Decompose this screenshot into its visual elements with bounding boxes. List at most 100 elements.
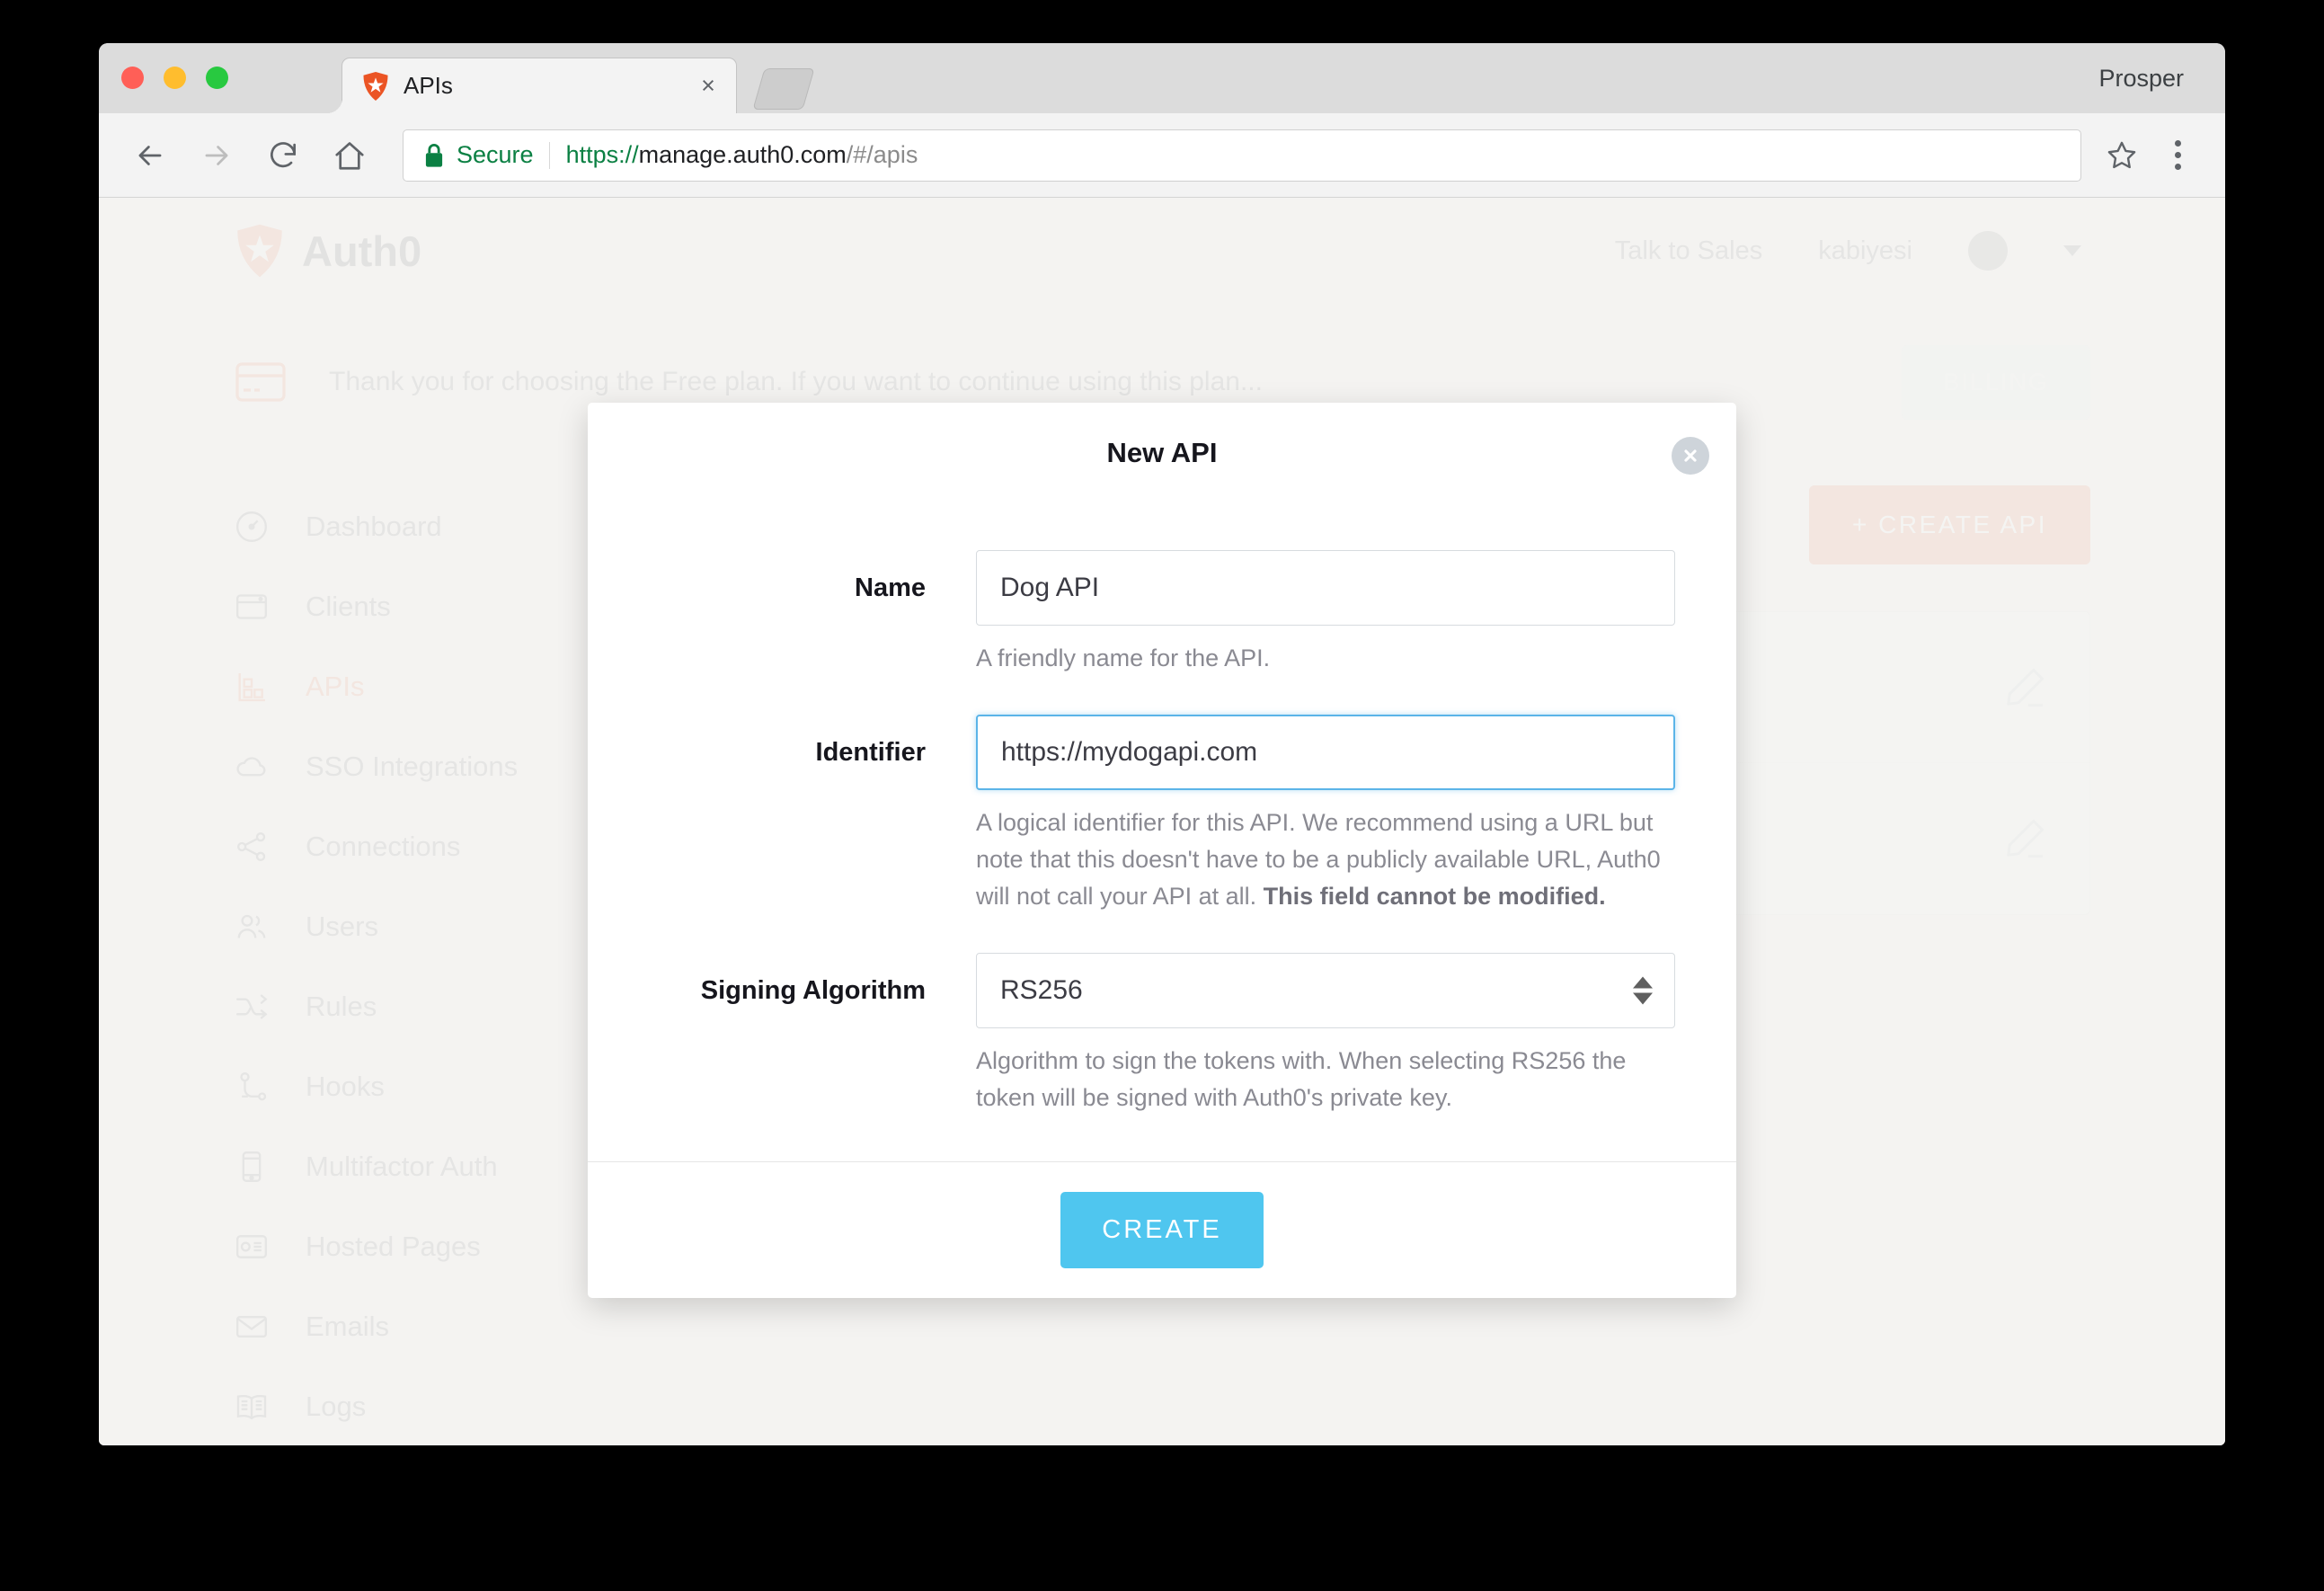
browser-tab-strip: APIs × Prosper: [99, 43, 2225, 114]
chevron-down-icon: [1633, 992, 1653, 1005]
browser-menu-icon[interactable]: [2150, 128, 2205, 183]
close-window-button[interactable]: [121, 67, 144, 89]
auth0-logo[interactable]: Auth0: [235, 224, 421, 278]
sidebar-item-label: Logs: [306, 1391, 367, 1422]
security-label: Secure: [457, 141, 534, 168]
credit-card-icon: [235, 362, 286, 402]
field-group-signing-algorithm: Signing Algorithm RS256 Algorithm to sig…: [588, 953, 1675, 1116]
auth0-shield-icon: [362, 71, 389, 101]
share-icon: [232, 827, 271, 867]
chevron-down-icon[interactable]: [2063, 245, 2081, 256]
url-path: /#/apis: [846, 141, 918, 168]
browser-tab-apis[interactable]: APIs ×: [327, 58, 737, 114]
bookmark-star-icon[interactable]: [2094, 128, 2150, 183]
maximize-window-button[interactable]: [206, 67, 228, 89]
name-label: Name: [855, 573, 926, 602]
billing-button[interactable]: BILLING: [1902, 344, 2090, 420]
select-stepper-icon[interactable]: [1633, 976, 1653, 1005]
minimize-window-button[interactable]: [164, 67, 186, 89]
address-bar[interactable]: Secure https://manage.auth0.com/#/apis: [403, 129, 2081, 182]
create-api-button[interactable]: + CREATE API: [1809, 485, 2090, 564]
sidebar-item-label: Users: [306, 911, 378, 942]
sidebar-item-users[interactable]: Users: [232, 894, 627, 959]
sidebar-item-logs[interactable]: Logs: [232, 1374, 627, 1439]
id-card-icon: [232, 1227, 271, 1267]
page-title: New API: [1106, 437, 1218, 468]
identifier-input[interactable]: https://mydogapi.com: [976, 715, 1675, 791]
close-icon[interactable]: ×: [691, 69, 725, 103]
envelope-icon: [232, 1307, 271, 1347]
pencil-icon[interactable]: [2000, 662, 2050, 713]
new-tab-button[interactable]: [752, 68, 815, 110]
signing-algorithm-help-text: Algorithm to sign the tokens with. When …: [976, 1047, 1627, 1112]
sidebar-item-label: Connections: [306, 831, 461, 862]
sidebar-item-rules[interactable]: Rules: [232, 974, 627, 1039]
shuffle-icon: [232, 987, 271, 1027]
sidebar-item-sso-integrations[interactable]: SSO Integrations: [232, 734, 627, 799]
modal-header: New API: [588, 403, 1736, 503]
signing-algorithm-value: RS256: [1000, 975, 1083, 1006]
signing-algorithm-label: Signing Algorithm: [700, 976, 926, 1006]
cloud-icon: [232, 747, 271, 787]
omnibox-divider: [548, 141, 550, 169]
sidebar-item-dashboard[interactable]: Dashboard: [232, 494, 627, 559]
book-icon: [232, 1387, 271, 1427]
grid-icon: [232, 667, 271, 707]
sidebar-item-hooks[interactable]: Hooks: [232, 1054, 627, 1119]
gauge-icon: [232, 507, 271, 547]
create-button[interactable]: CREATE: [1060, 1192, 1264, 1269]
sidebar-item-label: APIs: [306, 671, 365, 702]
browser-tab-title: APIs: [404, 72, 453, 99]
field-group-identifier: Identifier https://mydogapi.com A logica…: [588, 715, 1675, 915]
identifier-label: Identifier: [815, 738, 926, 768]
home-icon[interactable]: [322, 128, 377, 183]
sidebar-item-label: Multifactor Auth: [306, 1151, 498, 1182]
url-host: manage.auth0.com: [638, 141, 847, 168]
sidebar-item-label: Emails: [306, 1311, 390, 1342]
avatar[interactable]: [1968, 231, 2008, 271]
name-input[interactable]: Dog API: [976, 550, 1675, 626]
browser-profile-name[interactable]: Prosper: [2098, 43, 2184, 113]
sidebar-item-label: Clients: [306, 591, 391, 622]
sidebar-item-label: Hooks: [306, 1071, 385, 1102]
sidebar-item-connections[interactable]: Connections: [232, 814, 627, 879]
chevron-up-icon: [1633, 976, 1653, 989]
menu-dot: [2174, 140, 2181, 147]
tenant-name[interactable]: kabiyesi: [1818, 236, 1912, 266]
menu-dot: [2174, 152, 2181, 158]
auth0-shield-icon: [235, 224, 284, 278]
hook-icon: [232, 1067, 271, 1107]
url-scheme: https://: [565, 141, 639, 168]
sidebar-item-multifactor-auth[interactable]: Multifactor Auth: [232, 1134, 627, 1199]
browser-window: APIs × Prosper Secure https:// manage.au…: [99, 43, 2225, 1445]
back-icon[interactable]: [122, 128, 178, 183]
signing-algorithm-select[interactable]: RS256: [976, 953, 1675, 1029]
field-group-name: Name Dog API A friendly name for the API…: [588, 550, 1675, 677]
sidebar-item-label: SSO Integrations: [306, 751, 519, 782]
sidebar-item-apis[interactable]: APIs: [232, 654, 627, 719]
pencil-icon[interactable]: [2000, 813, 2050, 864]
modal-footer: CREATE: [588, 1161, 1736, 1298]
modal-body: Name Dog API A friendly name for the API…: [588, 503, 1736, 1161]
users-icon: [232, 907, 271, 947]
lock-icon: [423, 143, 445, 168]
reload-icon[interactable]: [255, 128, 311, 183]
sidebar-item-hosted-pages[interactable]: Hosted Pages: [232, 1214, 627, 1279]
new-api-modal: New API Name Dog API A friendly name for…: [588, 403, 1736, 1299]
forward-icon[interactable]: [189, 128, 244, 183]
auth0-wordmark: Auth0: [302, 227, 422, 275]
sidebar: Dashboard Clients APIs SSO Integrations …: [232, 494, 627, 1445]
sidebar-item-label: Rules: [306, 991, 377, 1022]
app-header: Auth0 Talk to Sales kabiyesi: [99, 198, 2225, 304]
window-icon: [232, 587, 271, 627]
browser-toolbar: Secure https://manage.auth0.com/#/apis: [99, 113, 2225, 198]
sidebar-item-clients[interactable]: Clients: [232, 574, 627, 639]
sidebar-item-label: Dashboard: [306, 511, 442, 542]
app-header-right: Talk to Sales kabiyesi: [1615, 231, 2081, 271]
close-icon[interactable]: [1672, 437, 1709, 475]
phone-icon: [232, 1147, 271, 1187]
identifier-help-text: A logical identifier for this API. We re…: [976, 790, 1675, 915]
page-viewport: Auth0 Talk to Sales kabiyesi Thank you f…: [99, 198, 2225, 1445]
sidebar-item-emails[interactable]: Emails: [232, 1294, 627, 1359]
talk-to-sales-link[interactable]: Talk to Sales: [1615, 236, 1762, 266]
